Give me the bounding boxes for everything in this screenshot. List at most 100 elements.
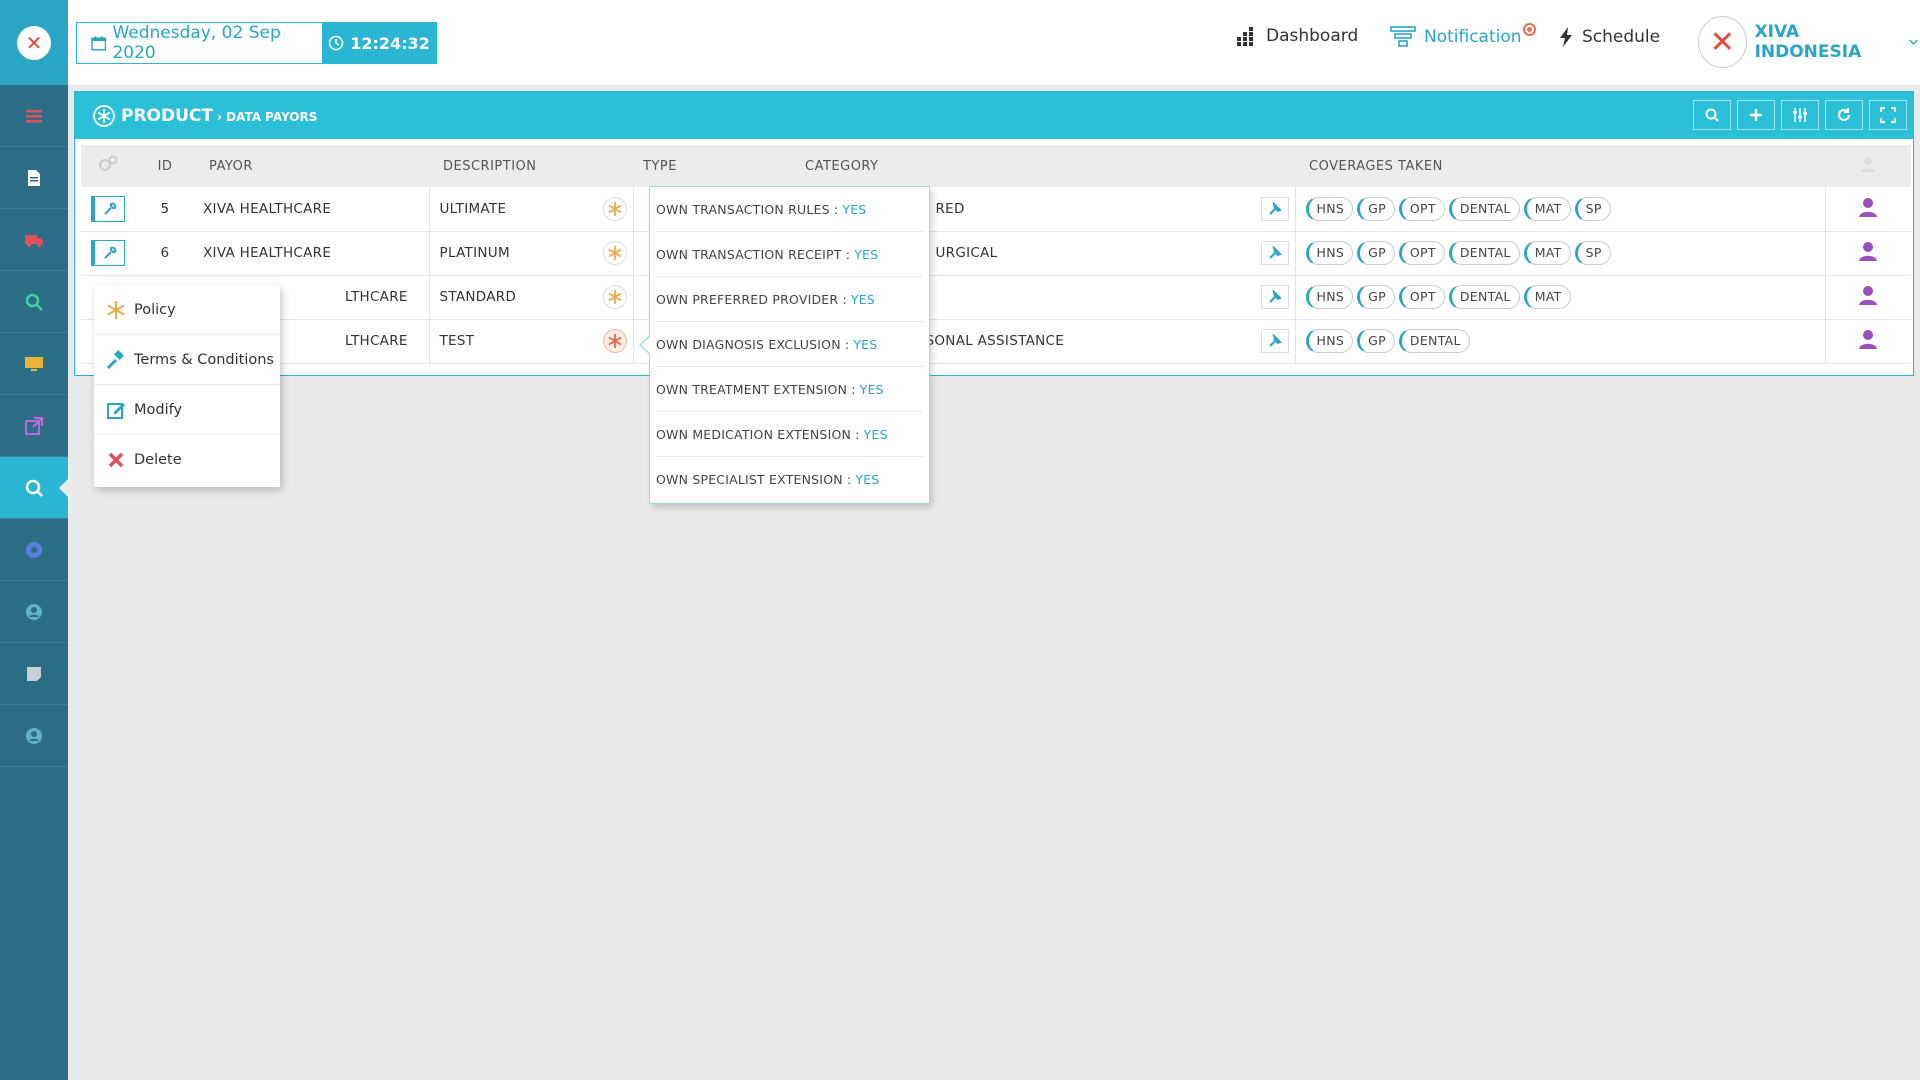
cell-user[interactable] <box>1824 275 1911 319</box>
cell-id: 5 <box>160 200 170 217</box>
current-date: Wednesday, 02 Sep 2020 <box>77 23 322 63</box>
cell-coverages: HNS GP DENTAL <box>1294 319 1825 363</box>
notification-indicator-icon <box>1522 23 1536 36</box>
cell-coverages: HNS GP OPT DENTAL MAT SP <box>1294 231 1825 275</box>
pin-button[interactable] <box>1260 196 1289 221</box>
column-settings[interactable] <box>81 145 135 187</box>
coverage-badge: DENTAL <box>1398 329 1470 353</box>
sidebar-item-profile[interactable] <box>0 705 68 767</box>
wrench-icon <box>103 246 116 259</box>
cell-user[interactable] <box>1824 319 1911 363</box>
nav-schedule-label: Schedule <box>1582 27 1661 47</box>
nav-dashboard[interactable]: Dashboard <box>1236 26 1358 46</box>
sidebar-item-menu[interactable] <box>0 85 68 147</box>
column-header-category[interactable]: CATEGORY <box>795 145 1295 187</box>
pin-button[interactable] <box>1260 241 1289 265</box>
sidebar-item-search[interactable] <box>0 271 68 333</box>
clock-icon <box>328 35 344 51</box>
panel-filter-button[interactable] <box>1781 100 1819 130</box>
cell-user[interactable] <box>1824 187 1911 231</box>
row-actions <box>81 187 135 231</box>
sidebar-item-globe[interactable] <box>0 519 68 581</box>
menu-item-policy[interactable]: Policy <box>94 285 280 335</box>
nav-notification-label: Notification <box>1424 27 1522 47</box>
cell-payor: XIVA HEALTHCARE <box>203 245 332 261</box>
app-logo[interactable]: ✕ <box>0 0 68 85</box>
snowflake-button[interactable] <box>602 196 627 221</box>
sidebar-item-refresh-search[interactable] <box>0 457 69 519</box>
coverage-badge: OPT <box>1398 241 1445 265</box>
user-icon <box>1859 286 1878 305</box>
company-switcher[interactable]: ✕ XIVA INDONESIA <box>1698 16 1920 68</box>
popover-label: OWN SPECIALIST EXTENSION : <box>656 472 852 487</box>
row-action-button[interactable] <box>91 195 125 222</box>
popover-row: OWN SPECIALIST EXTENSION : YES <box>656 457 923 502</box>
date-time-box: Wednesday, 02 Sep 2020 12:24:32 <box>76 22 437 64</box>
column-header-payor[interactable]: PAYOR <box>195 145 429 187</box>
external-link-icon <box>25 416 43 435</box>
sidebar-item-external[interactable] <box>0 395 68 457</box>
coverage-badge: HNS <box>1305 196 1354 221</box>
coverage-badge: DENTAL <box>1448 241 1520 265</box>
category-text: SONAL ASSISTANCE <box>925 333 1065 349</box>
sidebar-item-note[interactable] <box>0 643 68 705</box>
pin-button[interactable] <box>1260 285 1289 309</box>
column-header-coverages[interactable]: COVERAGES TAKEN <box>1295 145 1825 187</box>
snowflake-button-active[interactable] <box>602 329 627 353</box>
search-icon <box>25 293 43 311</box>
nav-schedule[interactable]: Schedule <box>1558 26 1660 48</box>
popover-label: OWN TREATMENT EXTENSION : <box>656 381 856 397</box>
sidebar-item-monitor[interactable] <box>0 333 68 395</box>
description-text: TEST <box>439 333 475 349</box>
payors-table: ID PAYOR DESCRIPTION TYPE CATEGORY COVER… <box>81 145 1911 364</box>
table-row[interactable]: 6 XIVA HEALTHCARE PLATINUM URGICAL HNS GP… <box>81 231 1911 275</box>
row-actions <box>81 231 135 275</box>
menu-item-delete[interactable]: Delete <box>94 435 280 485</box>
menu-item-modify-label: Modify <box>134 401 183 418</box>
coverage-badge: MAT <box>1523 196 1571 221</box>
snowflake-icon <box>107 300 125 319</box>
pin-icon <box>1268 246 1282 259</box>
product-snowflake-icon <box>93 104 115 127</box>
column-header-id[interactable]: ID <box>135 145 195 187</box>
column-header-description[interactable]: DESCRIPTION <box>429 145 633 187</box>
category-text: URGICAL <box>935 245 998 261</box>
row-action-button[interactable] <box>91 240 125 266</box>
coverage-badge: MAT <box>1523 241 1571 265</box>
user-circle-icon <box>26 727 42 744</box>
top-bar: Wednesday, 02 Sep 2020 12:24:32 Dashboar… <box>68 0 1920 85</box>
table-row[interactable]: 5 XIVA HEALTHCARE ULTIMATE RED HNS GP OPT D… <box>81 187 1911 231</box>
description-text: ULTIMATE <box>439 200 507 217</box>
popover-value: YES <box>859 381 884 397</box>
table-header-row: ID PAYOR DESCRIPTION TYPE CATEGORY COVER… <box>81 145 1911 187</box>
sidebar-item-user[interactable] <box>0 581 68 643</box>
snowflake-button[interactable] <box>602 285 627 309</box>
pin-button[interactable] <box>1260 329 1289 353</box>
table-row[interactable]: LTHCARE STANDARD HNS GP OPT DENTAL MAT <box>81 275 1911 319</box>
menu-item-terms[interactable]: Terms & Conditions <box>94 335 280 385</box>
menu-icon <box>26 109 42 122</box>
popover-row: OWN TRANSACTION RULES : YES <box>656 187 923 232</box>
pin-icon <box>1268 334 1282 347</box>
panel-search-button[interactable] <box>1693 100 1731 130</box>
sidebar-item-document[interactable] <box>0 147 68 209</box>
column-header-type[interactable]: TYPE <box>633 145 795 187</box>
panel-refresh-button[interactable] <box>1825 100 1863 130</box>
refresh-search-icon <box>25 479 43 497</box>
cell-user[interactable] <box>1824 231 1911 275</box>
popover-value: YES <box>855 472 880 487</box>
nav-notification[interactable]: Notification <box>1390 23 1536 48</box>
expand-icon <box>1880 107 1896 123</box>
panel-fullscreen-button[interactable] <box>1869 100 1907 130</box>
sidebar-item-ambulance[interactable] <box>0 209 68 271</box>
breadcrumb[interactable]: › DATA PAYORS <box>217 110 317 124</box>
menu-item-modify[interactable]: Modify <box>94 385 280 435</box>
pin-icon <box>1268 201 1282 215</box>
data-payors-panel: PRODUCT › DATA PAYORS ID PAYOR DESCRIPTI… <box>74 91 1914 376</box>
table-row[interactable]: LTHCARE TEST SONAL ASSISTANCE HNS GP DENTA… <box>81 319 1911 363</box>
snowflake-button[interactable] <box>602 241 627 265</box>
coverage-badge: DENTAL <box>1448 285 1520 309</box>
panel-add-button[interactable] <box>1737 100 1775 130</box>
panel-header: PRODUCT › DATA PAYORS <box>75 92 1913 139</box>
plus-icon <box>1750 109 1762 121</box>
